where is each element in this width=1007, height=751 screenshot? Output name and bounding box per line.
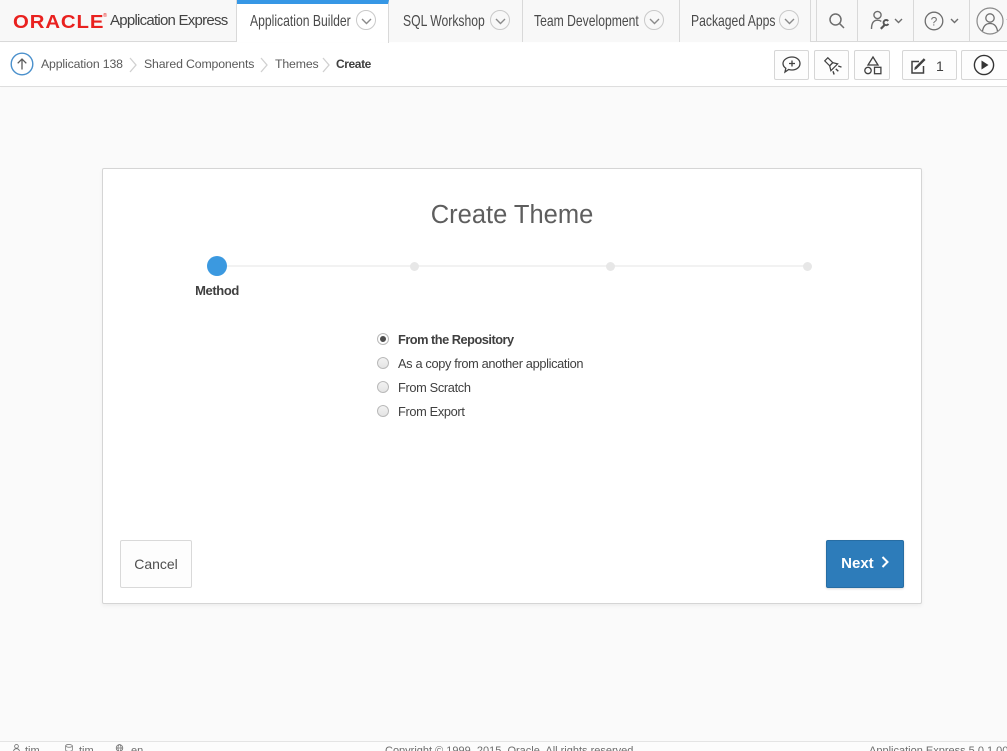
svg-text:?: ? bbox=[931, 15, 938, 29]
